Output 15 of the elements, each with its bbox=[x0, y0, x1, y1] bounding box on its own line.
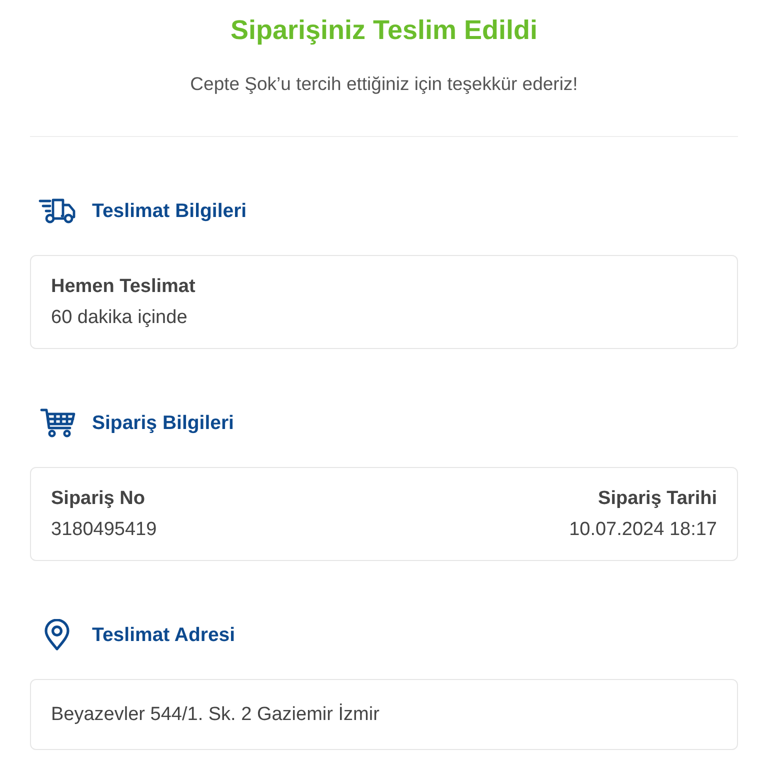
field-label: Hemen Teslimat bbox=[51, 275, 196, 299]
address-text: Beyazevler 544/1. Sk. 2 Gaziemir İzmir bbox=[51, 704, 380, 725]
location-pin-icon bbox=[44, 619, 70, 651]
field-label: Sipariş No bbox=[51, 487, 145, 511]
truck-icon bbox=[38, 198, 78, 224]
thank-you-message: Cepte Şok’u tercih ettiğiniz için teşekkür ederiz! bbox=[190, 72, 578, 96]
field-value: 10.07.2024 18:17 bbox=[569, 518, 717, 542]
field-value: 60 dakika içinde bbox=[51, 306, 188, 330]
section-title: Teslimat Bilgileri bbox=[92, 200, 247, 222]
cart-icon bbox=[40, 408, 76, 438]
section-title: Sipariş Bilgileri bbox=[92, 412, 234, 434]
page-title: Siparişiniz Teslim Edildi bbox=[230, 14, 538, 47]
field-value: 3180495419 bbox=[51, 518, 157, 542]
section-title: Teslimat Adresi bbox=[92, 624, 236, 646]
field-label: Sipariş Tarihi bbox=[598, 487, 717, 511]
